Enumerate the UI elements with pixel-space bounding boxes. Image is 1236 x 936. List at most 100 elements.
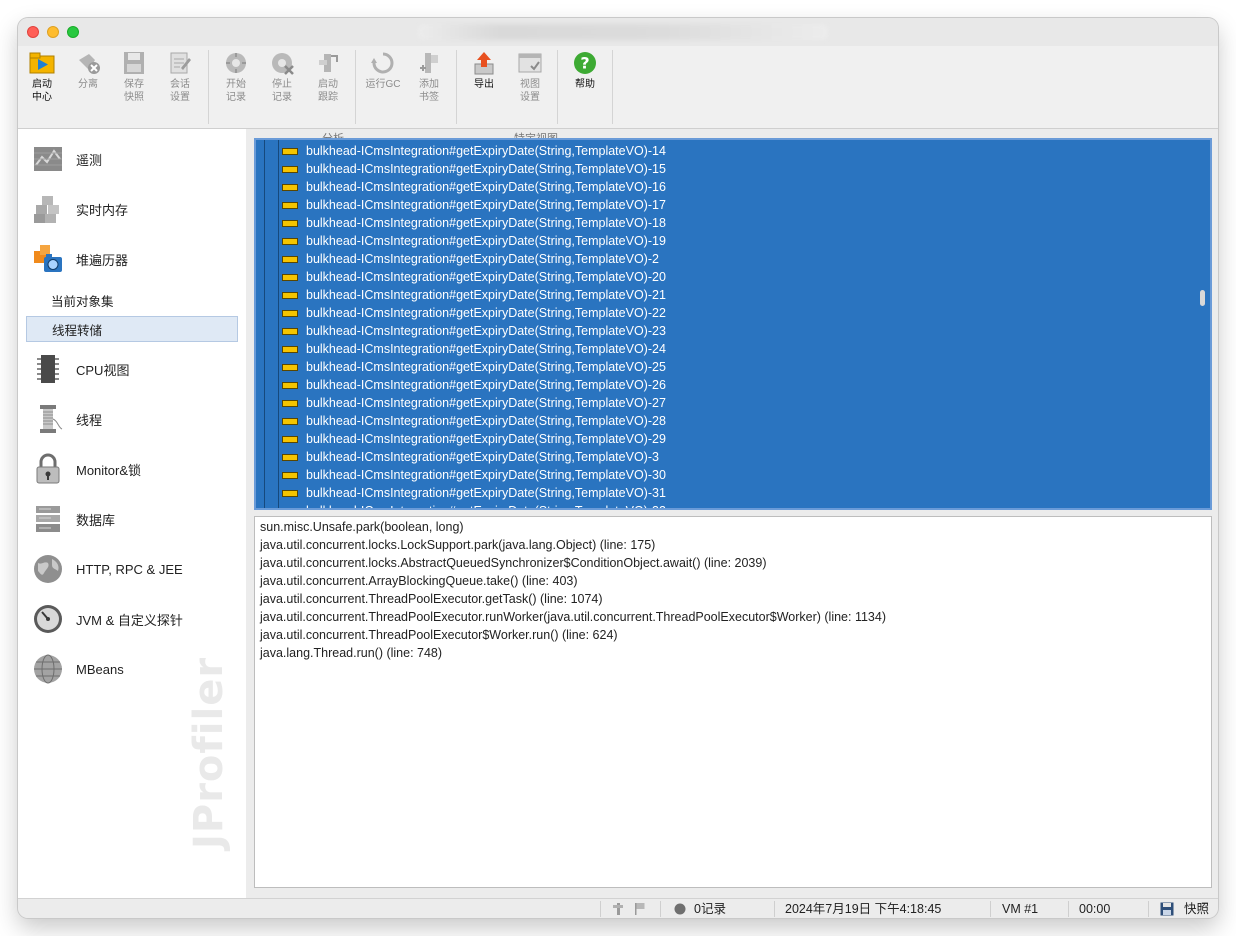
thread-state-waiting-icon <box>282 471 298 479</box>
bookmark-status-icon[interactable] <box>612 899 626 918</box>
status-separator <box>1148 901 1149 917</box>
sidebar-item-jvm-probes[interactable]: JVM & 自定义探针 <box>32 601 232 637</box>
add-bookmark-button[interactable]: 添加 书签 <box>407 50 451 104</box>
help-button[interactable]: ? 帮助 <box>563 50 607 91</box>
thread-row[interactable]: bulkhead-ICmsIntegration#getExpiryDate(S… <box>282 214 666 232</box>
thread-row[interactable]: bulkhead-ICmsIntegration#getExpiryDate(S… <box>282 340 666 358</box>
thread-row[interactable]: bulkhead-ICmsIntegration#getExpiryDate(S… <box>282 448 659 466</box>
stack-frame[interactable]: java.util.concurrent.ThreadPoolExecutor$… <box>260 626 618 644</box>
sidebar-item-label: CPU视图 <box>76 362 130 378</box>
stop-recording-icon <box>269 50 295 76</box>
thread-row[interactable]: bulkhead-ICmsIntegration#getExpiryDate(S… <box>282 466 666 484</box>
session-settings-button[interactable]: 会话 设置 <box>158 50 202 104</box>
sidebar-item-database[interactable]: 数据库 <box>32 501 232 537</box>
sidebar-item-telemetry[interactable]: 遥测 <box>32 141 232 177</box>
status-separator <box>660 901 661 917</box>
minimize-window-button[interactable] <box>47 26 59 38</box>
close-window-button[interactable] <box>27 26 39 38</box>
tree-guide-line <box>278 140 279 508</box>
sidebar-subitem-thread-dump[interactable]: 线程转储 <box>26 316 238 342</box>
view-settings-button[interactable]: 视图 设置 <box>508 50 552 104</box>
sidebar-item-label: 实时内存 <box>76 202 129 218</box>
recordings-count: 0记录 <box>694 902 726 916</box>
start-recording-icon <box>223 50 249 76</box>
thread-row[interactable]: bulkhead-ICmsIntegration#getExpiryDate(S… <box>282 304 666 322</box>
jprofiler-window: 启动 中心 分离 保存 快照 会话 设置 开始 记录 停止 记录 启动 跟踪 运… <box>18 18 1218 918</box>
stack-frame[interactable]: java.util.concurrent.locks.LockSupport.p… <box>260 536 655 554</box>
sidebar-item-threads[interactable]: 线程 <box>32 401 232 437</box>
sidebar-item-monitors-locks[interactable]: Monitor&锁 <box>32 451 232 487</box>
thread-name: bulkhead-ICmsIntegration#getExpiryDate(S… <box>306 342 666 356</box>
flag-icon[interactable] <box>633 899 647 918</box>
sidebar-subitem-current-object-set[interactable]: 当前对象集 <box>26 287 238 313</box>
thread-row[interactable]: bulkhead-ICmsIntegration#getExpiryDate(S… <box>282 250 659 268</box>
cpu-view-icon <box>32 353 64 385</box>
thread-row[interactable]: bulkhead-ICmsIntegration#getExpiryDate(S… <box>282 376 666 394</box>
toolbar: 启动 中心 分离 保存 快照 会话 设置 开始 记录 停止 记录 启动 跟踪 运… <box>18 46 1218 145</box>
live-memory-icon <box>32 193 64 225</box>
thread-row[interactable]: bulkhead-ICmsIntegration#getExpiryDate(S… <box>282 430 666 448</box>
recording-status-icon <box>674 899 686 918</box>
thread-row[interactable]: bulkhead-ICmsIntegration#getExpiryDate(S… <box>282 322 666 340</box>
stack-frame[interactable]: java.util.concurrent.locks.AbstractQueue… <box>260 554 767 572</box>
status-separator <box>774 901 775 917</box>
thread-name: bulkhead-ICmsIntegration#getExpiryDate(S… <box>306 144 666 158</box>
start-tracking-button[interactable]: 启动 跟踪 <box>306 50 350 104</box>
sidebar-item-http-rpc-jee[interactable]: HTTP, RPC & JEE <box>32 551 232 587</box>
stack-frame[interactable]: java.util.concurrent.ArrayBlockingQueue.… <box>260 572 578 590</box>
start-recording-button[interactable]: 开始 记录 <box>214 50 258 104</box>
export-icon <box>471 50 497 76</box>
snapshot-mode: 快照 <box>1184 902 1210 916</box>
thread-state-waiting-icon <box>282 453 298 461</box>
thread-list[interactable]: bulkhead-ICmsIntegration#getExpiryDate(S… <box>254 138 1212 510</box>
thread-row[interactable]: bulkhead-ICmsIntegration#getExpiryDate(S… <box>282 286 666 304</box>
save-snapshot-icon <box>121 50 147 76</box>
thread-name: bulkhead-ICmsIntegration#getExpiryDate(S… <box>306 504 666 508</box>
thread-row[interactable]: bulkhead-ICmsIntegration#getExpiryDate(S… <box>282 160 666 178</box>
save-snapshot-button[interactable]: 保存 快照 <box>112 50 156 104</box>
launch-center-button[interactable]: 启动 中心 <box>20 50 64 104</box>
thread-row[interactable]: bulkhead-ICmsIntegration#getExpiryDate(S… <box>282 394 666 412</box>
stack-frame[interactable]: sun.misc.Unsafe.park(boolean, long) <box>260 518 464 536</box>
stack-frame[interactable]: java.lang.Thread.run() (line: 748) <box>260 644 442 662</box>
thread-state-waiting-icon <box>282 345 298 353</box>
globe-icon <box>32 553 64 585</box>
export-button[interactable]: 导出 <box>462 50 506 91</box>
thread-state-waiting-icon <box>282 507 298 508</box>
thread-row[interactable]: bulkhead-ICmsIntegration#getExpiryDate(S… <box>282 502 666 508</box>
sidebar-item-label: JVM & 自定义探针 <box>76 612 183 628</box>
thread-row[interactable]: bulkhead-ICmsIntegration#getExpiryDate(S… <box>282 178 666 196</box>
stack-frame[interactable]: java.util.concurrent.ThreadPoolExecutor.… <box>260 590 603 608</box>
thread-state-waiting-icon <box>282 183 298 191</box>
thread-row[interactable]: bulkhead-ICmsIntegration#getExpiryDate(S… <box>282 142 666 160</box>
thread-state-waiting-icon <box>282 435 298 443</box>
toolbar-separator <box>355 50 356 124</box>
sidebar-item-label: Monitor&锁 <box>76 462 142 478</box>
stack-frame[interactable]: java.util.concurrent.ThreadPoolExecutor.… <box>260 608 886 626</box>
thread-row[interactable]: bulkhead-ICmsIntegration#getExpiryDate(S… <box>282 412 666 430</box>
sidebar-item-heap-walker[interactable]: 堆遍历器 <box>32 241 232 277</box>
thread-state-waiting-icon <box>282 417 298 425</box>
start-tracking-icon <box>315 50 341 76</box>
zoom-window-button[interactable] <box>67 26 79 38</box>
thread-row[interactable]: bulkhead-ICmsIntegration#getExpiryDate(S… <box>282 232 666 250</box>
toolbar-separator <box>557 50 558 124</box>
stack-trace-panel[interactable]: sun.misc.Unsafe.park(boolean, long) java.… <box>254 516 1212 888</box>
run-gc-button[interactable]: 运行GC <box>361 50 405 91</box>
thread-name: bulkhead-ICmsIntegration#getExpiryDate(S… <box>306 324 666 338</box>
thread-row[interactable]: bulkhead-ICmsIntegration#getExpiryDate(S… <box>282 358 666 376</box>
stop-recording-button[interactable]: 停止 记录 <box>260 50 304 104</box>
thread-row[interactable]: bulkhead-ICmsIntegration#getExpiryDate(S… <box>282 196 666 214</box>
detach-button[interactable]: 分离 <box>66 50 110 91</box>
thread-row[interactable]: bulkhead-ICmsIntegration#getExpiryDate(S… <box>282 268 666 286</box>
add-bookmark-icon <box>416 50 442 76</box>
sidebar-item-live-memory[interactable]: 实时内存 <box>32 191 232 227</box>
thread-list-scrollbar[interactable] <box>1200 290 1205 306</box>
mbeans-globe-icon <box>32 653 64 685</box>
status-separator <box>1068 901 1069 917</box>
sidebar-item-cpu-views[interactable]: CPU视图 <box>32 351 232 387</box>
launch-center-icon <box>29 50 55 76</box>
thread-name: bulkhead-ICmsIntegration#getExpiryDate(S… <box>306 396 666 410</box>
thread-state-waiting-icon <box>282 201 298 209</box>
thread-row[interactable]: bulkhead-ICmsIntegration#getExpiryDate(S… <box>282 484 666 502</box>
